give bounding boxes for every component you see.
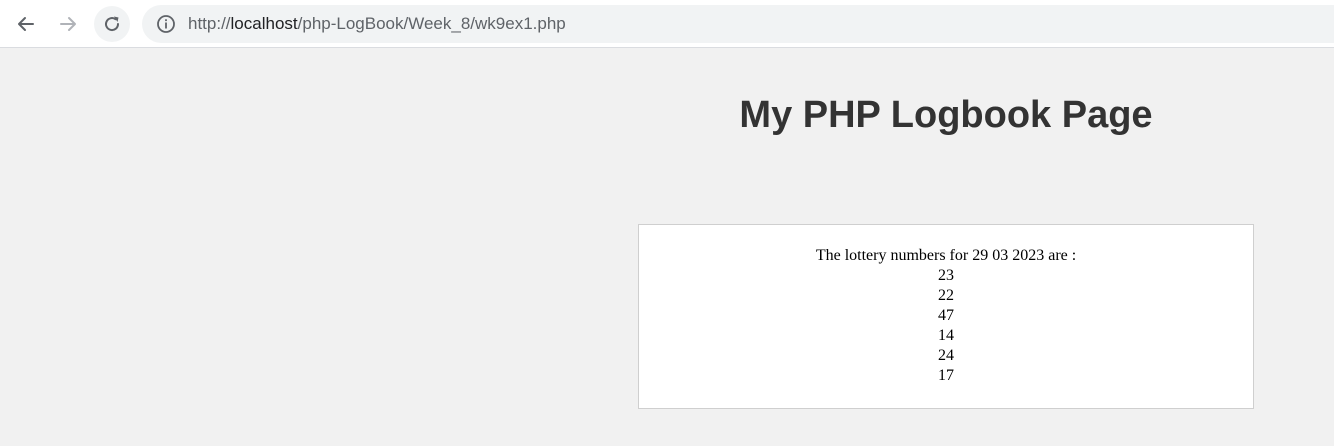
lottery-number: 22 [938,287,954,304]
arrow-left-icon [18,17,34,31]
url-prefix: http:// [188,14,231,33]
url-text[interactable]: http://localhost/php-LogBook/Week_8/wk9e… [188,14,566,34]
page-content: My PHP Logbook Page The lottery numbers … [0,49,1334,446]
lottery-number: 23 [938,267,954,284]
url-path: /php-LogBook/Week_8/wk9ex1.php [297,14,566,33]
info-icon[interactable] [156,14,176,34]
browser-toolbar: http://localhost/php-LogBook/Week_8/wk9e… [0,0,1334,48]
lottery-number: 14 [938,327,954,344]
lottery-number: 17 [938,367,954,384]
page-title: My PHP Logbook Page [739,94,1153,136]
reload-button[interactable] [94,6,130,42]
lottery-box: The lottery numbers for 29 03 2023 are :… [638,224,1254,409]
lottery-number: 47 [938,307,954,324]
lottery-number: 24 [938,347,954,364]
forward-button[interactable] [50,6,86,42]
address-bar[interactable]: http://localhost/php-LogBook/Week_8/wk9e… [142,5,1334,43]
reload-icon [105,16,120,32]
lottery-intro: The lottery numbers for 29 03 2023 are : [815,247,1077,264]
arrow-right-icon [60,17,76,31]
url-host: localhost [230,14,298,33]
back-button[interactable] [8,6,44,42]
